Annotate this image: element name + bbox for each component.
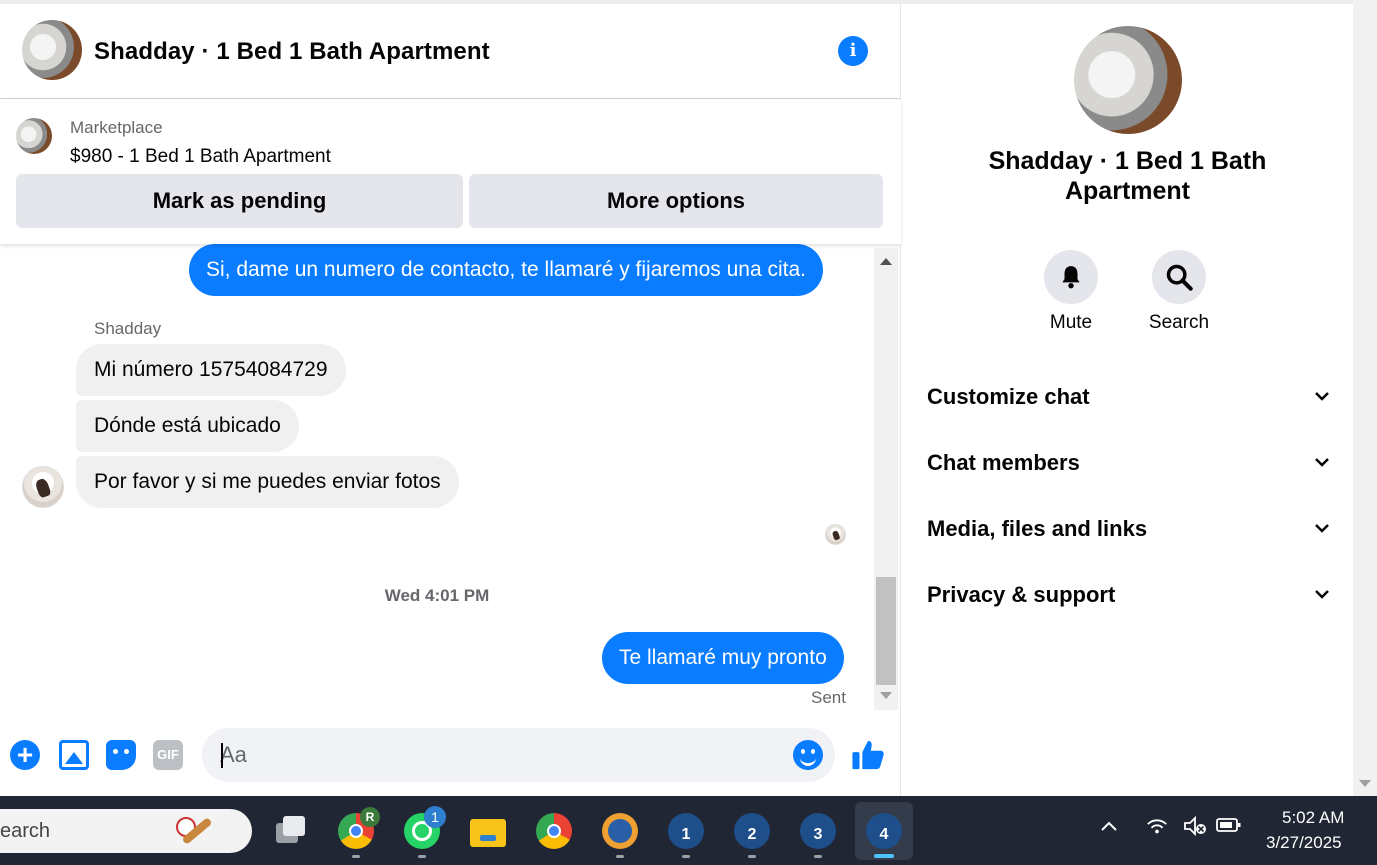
info-icon[interactable]: i <box>838 36 868 66</box>
scroll-thumb[interactable] <box>876 577 896 685</box>
listing-title[interactable]: $980 - 1 Bed 1 Bath Apartment <box>70 146 331 168</box>
active-indicator <box>874 854 894 858</box>
message-scrollbar[interactable] <box>874 248 898 710</box>
section-media-files-links[interactable]: Media, files and links <box>927 508 1332 548</box>
volume-muted-icon[interactable] <box>1183 815 1207 842</box>
running-indicator <box>682 855 690 858</box>
running-indicator <box>748 855 756 858</box>
chat-avatar[interactable] <box>22 20 82 80</box>
photo-icon[interactable] <box>59 740 89 770</box>
marketplace-label: Marketplace <box>70 118 163 137</box>
taskbar-search-text: earch <box>0 820 51 842</box>
plus-icon[interactable]: + <box>10 740 40 770</box>
app-number: 1 <box>681 826 691 843</box>
running-indicator <box>616 855 624 858</box>
running-indicator <box>814 855 822 858</box>
chat-title[interactable]: Shadday · 1 Bed 1 Bath Apartment <box>94 38 490 66</box>
chat-header: Shadday · 1 Bed 1 Bath Apartment i <box>0 4 901 99</box>
app-number: 2 <box>747 826 757 843</box>
chevron-down-icon <box>1315 458 1329 467</box>
chevron-down-icon <box>1315 590 1329 599</box>
sticker-icon[interactable] <box>106 740 136 770</box>
section-label: Chat members <box>927 450 1080 475</box>
windows-taskbar: earch R 1 1 2 3 4 5:02 AM 3/27/2025 <box>0 796 1377 865</box>
incoming-message[interactable]: Mi número 15754084729 <box>76 344 346 396</box>
section-label: Media, files and links <box>927 516 1148 541</box>
section-label: Privacy & support <box>927 582 1116 607</box>
app-number: 4 <box>879 826 889 843</box>
read-receipt-avatar <box>825 524 846 545</box>
message-input[interactable] <box>220 728 780 782</box>
more-options-button[interactable]: More options <box>469 174 883 228</box>
section-privacy-support[interactable]: Privacy & support <box>927 574 1332 614</box>
thumbs-up-icon[interactable] <box>851 738 885 772</box>
listing-thumbnail[interactable] <box>16 118 52 154</box>
chrome-icon[interactable] <box>536 813 572 849</box>
scroll-down-arrow-icon[interactable] <box>880 692 892 699</box>
sent-status: Sent <box>811 688 846 707</box>
battery-icon[interactable] <box>1216 816 1242 840</box>
section-chat-members[interactable]: Chat members <box>927 442 1332 482</box>
chat-column: Shadday · 1 Bed 1 Bath Apartment i Marke… <box>0 4 901 796</box>
taskbar-search[interactable]: earch <box>0 809 252 853</box>
text-caret <box>221 743 223 768</box>
mark-as-pending-button[interactable]: Mark as pending <box>16 174 463 228</box>
sender-name: Shadday <box>94 319 162 338</box>
clock-time[interactable]: 5:02 AM <box>1282 808 1344 828</box>
ix-app-icon[interactable] <box>602 813 638 849</box>
search-icon <box>1166 264 1193 291</box>
mute-button[interactable] <box>1044 250 1098 304</box>
message-list[interactable]: Si, dame un numero de contacto, te llama… <box>0 244 874 710</box>
task-view-icon[interactable] <box>272 813 308 849</box>
message-input-wrapper[interactable] <box>202 728 835 782</box>
profile-title: Shadday · 1 Bed 1 Bath Apartment <box>988 147 1267 205</box>
sender-avatar[interactable] <box>22 466 64 508</box>
file-explorer-icon[interactable] <box>470 813 506 849</box>
running-indicator <box>352 855 360 858</box>
marketplace-banner: Marketplace $980 - 1 Bed 1 Bath Apartmen… <box>0 100 901 244</box>
running-indicator <box>418 855 426 858</box>
notification-badge: 1 <box>424 806 446 828</box>
composer: + GIF <box>0 718 901 790</box>
profile-badge: R <box>360 807 380 827</box>
incoming-message[interactable]: Por favor y si me puedes enviar fotos <box>76 456 459 508</box>
app-number: 3 <box>813 826 823 843</box>
scroll-up-arrow-icon[interactable] <box>880 258 892 265</box>
chrome-profile-icon[interactable]: R <box>338 807 380 849</box>
profile-avatar[interactable] <box>1074 26 1182 134</box>
chat-details-pane: Shadday · 1 Bed 1 Bath Apartment Mute Se… <box>902 4 1353 796</box>
wifi-icon[interactable] <box>1146 816 1168 842</box>
chevron-up-icon[interactable] <box>1099 816 1119 842</box>
message-timestamp: Wed 4:01 PM <box>384 586 490 605</box>
clock-date[interactable]: 3/27/2025 <box>1266 833 1342 853</box>
whatsapp-icon[interactable]: 1 <box>404 806 446 849</box>
outgoing-message[interactable]: Te llamaré muy pronto <box>602 632 844 684</box>
section-customize-chat[interactable]: Customize chat <box>927 376 1332 416</box>
chevron-down-icon <box>1315 524 1329 533</box>
outgoing-message[interactable]: Si, dame un numero de contacto, te llama… <box>189 244 823 296</box>
bell-icon <box>1062 266 1080 289</box>
page-scrollbar[interactable] <box>1353 0 1377 796</box>
section-label: Customize chat <box>927 384 1090 409</box>
emoji-icon[interactable] <box>793 740 823 770</box>
mute-label: Mute <box>1049 312 1093 333</box>
search-label: Search <box>1148 312 1210 333</box>
messenger-window: Shadday · 1 Bed 1 Bath Apartment i Marke… <box>0 0 1377 796</box>
gif-icon[interactable]: GIF <box>153 740 183 770</box>
search-button[interactable] <box>1152 250 1206 304</box>
scroll-down-arrow-icon[interactable] <box>1359 780 1371 787</box>
chevron-down-icon <box>1315 392 1329 401</box>
incoming-message[interactable]: Dónde está ubicado <box>76 400 299 452</box>
